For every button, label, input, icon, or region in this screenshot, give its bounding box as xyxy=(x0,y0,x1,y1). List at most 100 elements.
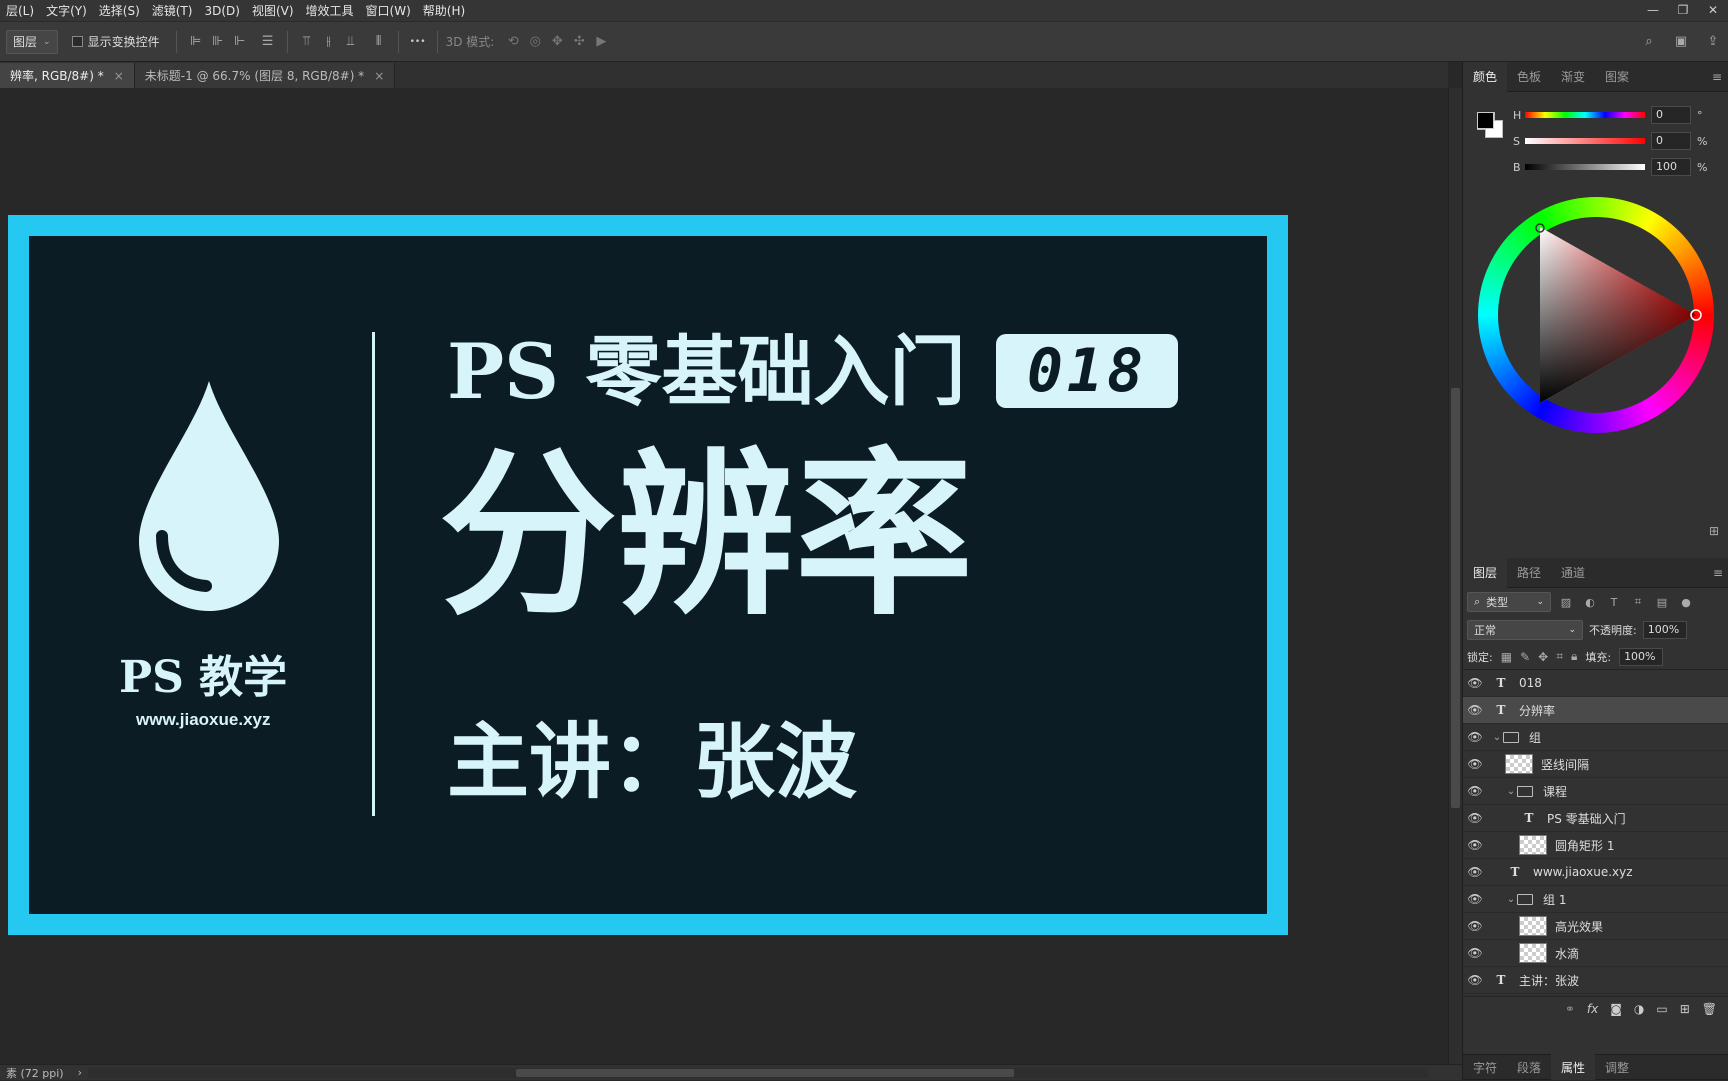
status-arrow[interactable]: › xyxy=(78,1066,82,1079)
saturation-track[interactable] xyxy=(1525,138,1645,144)
workspace-icon[interactable]: ▣ xyxy=(1670,31,1692,53)
filter-shape-icon[interactable]: ⌗ xyxy=(1629,591,1647,613)
color-wheel[interactable] xyxy=(1478,197,1714,433)
tab-swatches[interactable]: 色板 xyxy=(1507,62,1551,92)
lock-artboard-icon[interactable]: ⌗ xyxy=(1556,649,1563,664)
tab-channels[interactable]: 通道 xyxy=(1551,558,1595,588)
layer-row[interactable]: 👁︎ T 分辨率 xyxy=(1463,697,1728,724)
new-layer-icon[interactable]: ⊞ xyxy=(1680,1002,1690,1016)
lock-image-icon[interactable]: ✎ xyxy=(1520,650,1530,664)
align-top-icon[interactable]: ⫪ xyxy=(296,31,318,53)
hue-track[interactable] xyxy=(1525,112,1645,118)
search-icon[interactable]: ⌕ xyxy=(1638,31,1660,53)
orbit-3d-icon[interactable]: ⟲ xyxy=(502,31,524,53)
expand-chevron-icon[interactable]: ⌄ xyxy=(1491,732,1503,743)
adjustment-icon[interactable]: ◑ xyxy=(1634,1002,1644,1016)
slider-s[interactable]: S 0 % xyxy=(1513,128,1723,154)
scroll-thumb[interactable] xyxy=(1451,388,1460,808)
close-icon[interactable]: × xyxy=(374,69,384,83)
trash-icon[interactable]: 🗑︎ xyxy=(1702,1002,1717,1016)
menu-view[interactable]: 视图(V) xyxy=(246,2,300,19)
expand-chevron-icon[interactable]: ⌄ xyxy=(1505,894,1517,905)
menu-filter[interactable]: 滤镜(T) xyxy=(146,2,199,19)
visibility-eye-icon[interactable]: 👁︎ xyxy=(1463,919,1487,933)
tab-character[interactable]: 字符 xyxy=(1463,1054,1507,1080)
align-hcenter-icon[interactable]: ⊪ xyxy=(207,31,229,53)
tab-properties[interactable]: 属性 xyxy=(1551,1054,1596,1080)
distribute-v-icon[interactable]: ⦀ xyxy=(368,31,390,53)
tab-color[interactable]: 颜色 xyxy=(1463,61,1508,92)
align-bottom-icon[interactable]: ⫫ xyxy=(340,31,362,53)
align-right-icon[interactable]: ⊩ xyxy=(229,31,251,53)
show-transform-control[interactable]: 显示变换控件 xyxy=(71,33,160,50)
panel-menu-icon[interactable]: ≡ xyxy=(1713,566,1723,580)
filter-adjust-icon[interactable]: ◐ xyxy=(1581,591,1599,613)
layer-row[interactable]: 👁︎ T 主讲：张波 xyxy=(1463,967,1728,994)
visibility-eye-icon[interactable]: 👁︎ xyxy=(1463,946,1487,960)
color-triangle[interactable] xyxy=(1478,197,1714,433)
layer-row[interactable]: 👁︎ 竖线间隔 xyxy=(1463,751,1728,778)
tab-document-2[interactable]: 未标题-1 @ 66.7% (图层 8, RGB/8#) * × xyxy=(134,63,396,88)
visibility-eye-icon[interactable]: 👁︎ xyxy=(1463,865,1487,879)
panel-menu-icon[interactable]: ≡ xyxy=(1712,70,1722,84)
tab-paths[interactable]: 路径 xyxy=(1507,558,1551,588)
layer-row[interactable]: 👁︎ ⌄ 组 1 xyxy=(1463,886,1728,913)
layer-row[interactable]: 👁︎ 高光效果 xyxy=(1463,913,1728,940)
tab-paragraph[interactable]: 段落 xyxy=(1507,1054,1551,1080)
expand-chevron-icon[interactable]: ⌄ xyxy=(1505,786,1517,797)
menu-plugins[interactable]: 增效工具 xyxy=(300,2,360,19)
tab-layers[interactable]: 图层 xyxy=(1463,557,1508,588)
tab-gradients[interactable]: 渐变 xyxy=(1551,62,1595,92)
menu-window[interactable]: 窗口(W) xyxy=(360,2,417,19)
drag-3d-icon[interactable]: ✥ xyxy=(546,31,568,53)
restore-button[interactable]: ❐ xyxy=(1668,0,1698,20)
filter-smart-icon[interactable]: ▤ xyxy=(1653,591,1671,613)
canvas-area[interactable]: PS 教学 www.jiaoxue.xyz PS 零基础入门 018 分辨率 主… xyxy=(0,88,1448,1064)
layer-row[interactable]: 👁︎ T PS 零基础入门 xyxy=(1463,805,1728,832)
layer-row[interactable]: 👁︎ Twww.jiaoxue.xyz xyxy=(1463,859,1728,886)
menu-layer[interactable]: 层(L) xyxy=(0,2,40,19)
slider-b[interactable]: B 100 % xyxy=(1513,154,1723,180)
visibility-eye-icon[interactable]: 👁︎ xyxy=(1463,973,1487,987)
visibility-eye-icon[interactable]: 👁︎ xyxy=(1463,676,1487,690)
auto-select-dropdown[interactable]: 图层 ⌄ xyxy=(6,29,58,54)
layer-row[interactable]: 👁︎ 圆角矩形 1 xyxy=(1463,832,1728,859)
brightness-track[interactable] xyxy=(1525,164,1645,170)
tab-adjustments[interactable]: 调整 xyxy=(1595,1054,1639,1080)
visibility-eye-icon[interactable]: 👁︎ xyxy=(1463,757,1487,771)
lock-transparent-icon[interactable]: ▦ xyxy=(1501,650,1512,664)
slider-h[interactable]: H 0 ° xyxy=(1513,102,1723,128)
more-options-button[interactable]: ••• xyxy=(407,31,429,53)
opacity-input[interactable]: 100% xyxy=(1642,621,1687,639)
slider-value[interactable]: 100 xyxy=(1651,158,1691,176)
layer-row[interactable]: 👁︎ ⌄ 组 xyxy=(1463,724,1728,751)
layer-row[interactable]: 👁︎ T 018 xyxy=(1463,670,1728,697)
horizontal-scrollbar[interactable] xyxy=(88,1068,1428,1078)
filter-toggle-icon[interactable]: ● xyxy=(1677,591,1695,613)
menu-select[interactable]: 选择(S) xyxy=(93,2,146,19)
layer-row[interactable]: 👁︎ ⌄ 课程 xyxy=(1463,778,1728,805)
layer-row[interactable]: 👁︎ 水滴 xyxy=(1463,940,1728,967)
fill-input[interactable]: 100% xyxy=(1619,647,1664,666)
mask-icon[interactable]: ◙ xyxy=(1610,1002,1622,1016)
foreground-swatch-top[interactable] xyxy=(1477,112,1494,129)
slide-3d-icon[interactable]: ✣ xyxy=(568,31,590,53)
camera-3d-icon[interactable]: ▶ xyxy=(590,31,612,53)
close-icon[interactable]: × xyxy=(114,69,124,83)
menu-3d[interactable]: 3D(D) xyxy=(198,4,245,18)
expand-icon[interactable]: ⊞ xyxy=(1709,524,1719,538)
lock-all-icon[interactable]: 🔒︎ xyxy=(1571,649,1577,664)
slider-value[interactable]: 0 xyxy=(1651,106,1691,124)
align-vcenter-icon[interactable]: ⫲ xyxy=(318,31,340,53)
minimize-button[interactable]: — xyxy=(1638,0,1668,20)
checkbox[interactable] xyxy=(71,36,83,47)
visibility-eye-icon[interactable]: 👁︎ xyxy=(1463,730,1487,744)
blend-mode-dropdown[interactable]: 正常 ⌄ xyxy=(1467,620,1583,640)
menu-type[interactable]: 文字(Y) xyxy=(40,2,93,19)
close-button[interactable]: ✕ xyxy=(1698,0,1728,20)
menu-help[interactable]: 帮助(H) xyxy=(417,2,471,19)
visibility-eye-icon[interactable]: 👁︎ xyxy=(1463,703,1487,717)
share-icon[interactable]: ⇪ xyxy=(1702,31,1724,53)
visibility-eye-icon[interactable]: 👁︎ xyxy=(1463,892,1487,906)
visibility-eye-icon[interactable]: 👁︎ xyxy=(1463,784,1487,798)
